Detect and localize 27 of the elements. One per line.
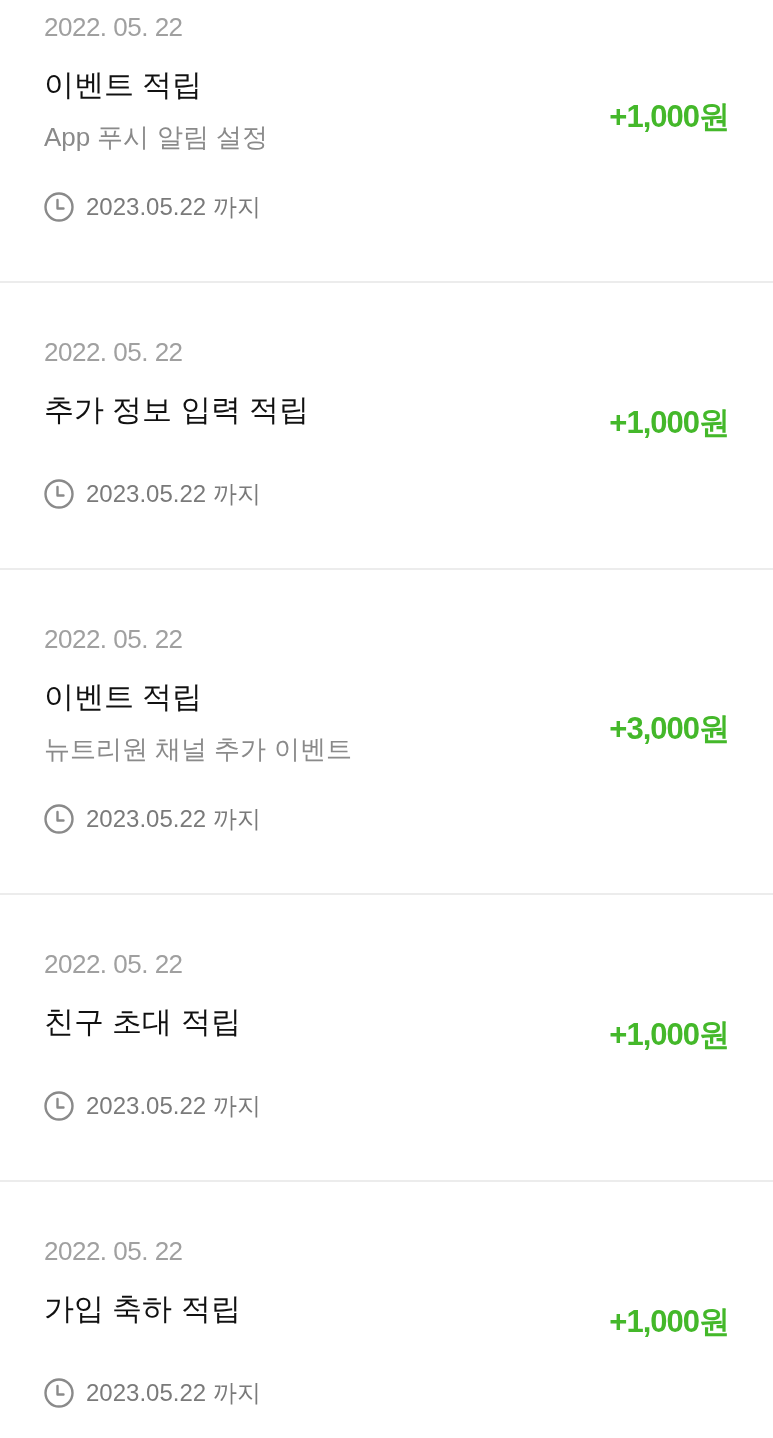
clock-icon [44, 1378, 74, 1408]
amount-text: +1,000원 [609, 404, 729, 442]
clock-icon [44, 804, 74, 834]
clock-icon [44, 1091, 74, 1121]
amount-text: +1,000원 [609, 98, 729, 136]
expiry-text: 2023.05.22 까지 [86, 192, 261, 222]
expiry-text: 2023.05.22 까지 [86, 1091, 261, 1121]
entry-description: 뉴트리원 채널 추가 이벤트 [44, 733, 352, 765]
date-text: 2022. 05. 22 [44, 337, 183, 367]
date-text: 2022. 05. 22 [44, 1236, 183, 1266]
entry-title: 이벤트 적립 [44, 67, 203, 103]
entry-title: 가입 축하 적립 [44, 1291, 241, 1327]
amount-text: +1,000원 [609, 1016, 729, 1054]
amount-text: +3,000원 [609, 710, 729, 748]
expiry-text: 2023.05.22 까지 [86, 1378, 261, 1408]
clock-icon [44, 192, 74, 222]
date-text: 2022. 05. 22 [44, 624, 183, 654]
expiry-text: 2023.05.22 까지 [86, 479, 261, 509]
entry-title: 친구 초대 적립 [44, 1004, 241, 1040]
expiry-text: 2023.05.22 까지 [86, 804, 261, 834]
entry-description: App 푸시 알림 설정 [44, 121, 268, 153]
date-text: 2022. 05. 22 [44, 949, 183, 979]
clock-icon [44, 479, 74, 509]
amount-text: +1,000원 [609, 1303, 729, 1341]
date-text: 2022. 05. 22 [44, 12, 183, 42]
entry-title: 추가 정보 입력 적립 [44, 392, 309, 428]
entry-title: 이벤트 적립 [44, 679, 203, 715]
